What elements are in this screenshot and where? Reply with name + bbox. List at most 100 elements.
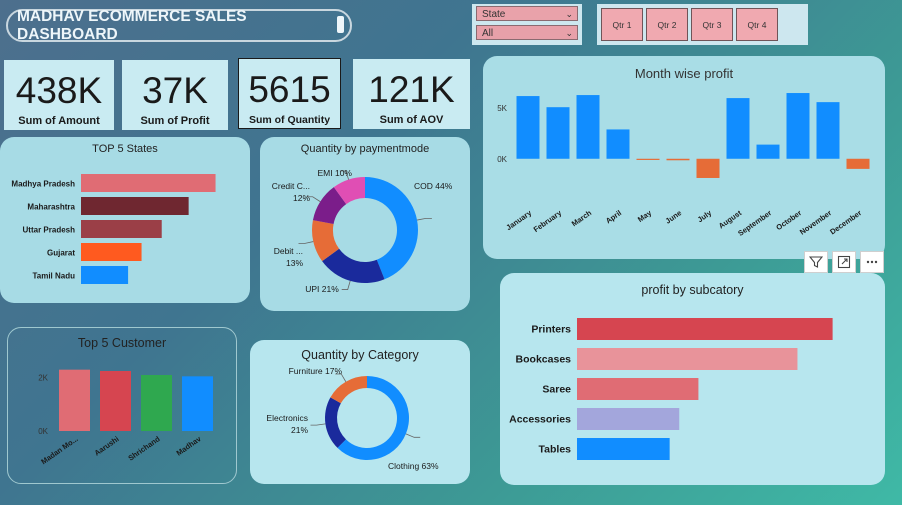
- quarter-button[interactable]: Qtr 1: [601, 8, 643, 41]
- bar: [577, 348, 798, 370]
- kpi-card-amount[interactable]: 438K Sum of Amount: [4, 60, 114, 130]
- bar: [577, 378, 699, 400]
- leader-line: [341, 280, 351, 290]
- y-tick-label: 0K: [497, 155, 507, 164]
- state-dropdown[interactable]: All ⌄: [476, 25, 578, 40]
- x-tick-label: September: [736, 208, 773, 238]
- category-label: Uttar Pradesh: [23, 226, 76, 235]
- bar: [577, 438, 670, 460]
- bar: [100, 371, 131, 431]
- state-dropdown-value: All: [482, 28, 494, 39]
- category-label: Maharashtra: [27, 203, 75, 212]
- pie-slice: [330, 376, 367, 404]
- x-tick-label: April: [604, 208, 623, 225]
- quarter-button[interactable]: Qtr 4: [736, 8, 778, 41]
- top5-customer-card[interactable]: Top 5 Customer 0K 2K Madan Mo... Aarushi Shr…: [7, 327, 237, 484]
- kpi-card-profit[interactable]: 37K Sum of Profit: [122, 60, 228, 130]
- subcategory-card[interactable]: profit by subcatory Printers Bookcases Sar…: [500, 273, 885, 485]
- y-tick-label: 5K: [497, 104, 507, 113]
- kpi-label: Sum of AOV: [379, 114, 444, 126]
- x-tick-label: Madan Mo...: [39, 434, 79, 466]
- state-slicer-header[interactable]: State ⌄: [476, 6, 578, 21]
- x-tick-label: March: [570, 208, 594, 228]
- quarter-button[interactable]: Qtr 2: [646, 8, 688, 41]
- bar: [546, 107, 570, 159]
- bar: [516, 96, 540, 159]
- category-card[interactable]: Quantity by Category Clothing 63% Electro…: [250, 340, 470, 484]
- pie-slice: [325, 397, 346, 448]
- x-tick-label: December: [828, 208, 863, 236]
- x-tick-label: May: [636, 208, 654, 224]
- kpi-value: 121K: [368, 69, 455, 110]
- x-tick-label: February: [532, 208, 564, 234]
- top5-states-card[interactable]: TOP 5 States Madhya Pradesh Maharashtra Ut…: [0, 137, 250, 303]
- category-label: Printers: [531, 324, 571, 336]
- month-profit-chart: 0K 5K JanuaryFebruary March April May June July…: [497, 93, 870, 238]
- state-slicer: State ⌄ All ⌄: [472, 4, 582, 45]
- focus-mode-icon[interactable]: [832, 251, 856, 273]
- slice-label: Credit C...: [272, 181, 310, 191]
- bar: [81, 174, 216, 192]
- state-slicer-label: State: [482, 9, 506, 20]
- title-scroll-handle[interactable]: [337, 16, 344, 33]
- bar: [816, 102, 840, 159]
- bar: [756, 144, 780, 159]
- y-tick-label: 2K: [38, 374, 48, 383]
- kpi-value: 5615: [248, 69, 331, 110]
- slice-label: Furniture 17%: [289, 366, 343, 376]
- bar: [577, 318, 833, 340]
- kpi-label: Sum of Profit: [140, 115, 210, 127]
- x-tick-label: Shrichand: [126, 434, 162, 463]
- kpi-card-aov[interactable]: 121K Sum of AOV: [353, 59, 470, 129]
- x-tick-label: Madhav: [175, 434, 204, 458]
- slice-label: COD 44%: [414, 181, 453, 191]
- quarter-slicer: Qtr 1 Qtr 2 Qtr 3 Qtr 4: [597, 4, 808, 45]
- kpi-value: 438K: [15, 70, 103, 111]
- bar: [81, 220, 162, 238]
- bar: [606, 129, 630, 159]
- month-profit-card[interactable]: Month wise profit 0K 5K January February Mar…: [483, 56, 885, 259]
- category-label: Gujarat: [47, 249, 75, 258]
- subcategory-chart: Printers Bookcases Saree Accessories Tables: [509, 318, 833, 460]
- top5-states-chart: Madhya Pradesh Maharashtra Uttar Pradesh Gu…: [11, 174, 216, 284]
- leader-line: [298, 241, 314, 244]
- leader-line: [416, 217, 432, 221]
- category-label: Tables: [539, 444, 572, 456]
- bar: [81, 197, 189, 215]
- bar: [141, 375, 172, 431]
- x-tick-label: Aarushi: [93, 434, 121, 457]
- bar: [81, 243, 142, 261]
- dashboard-title-box: MADHAV ECOMMERCE SALES DASHBOARD: [6, 8, 352, 43]
- payment-mode-card[interactable]: Quantity by paymentmode COD 44% UPI 21% De…: [260, 137, 470, 311]
- bar: [636, 158, 660, 160]
- more-options-icon[interactable]: [860, 251, 884, 273]
- chevron-down-icon: ⌄: [565, 28, 573, 38]
- slice-label: Debit ...: [274, 246, 303, 256]
- category-label: Accessories: [509, 414, 571, 426]
- bar: [846, 158, 870, 169]
- x-tick-label: July: [696, 208, 714, 224]
- bar: [81, 266, 129, 284]
- x-tick-label: June: [664, 208, 684, 225]
- leader-line: [405, 433, 421, 438]
- category-label: Madhya Pradesh: [11, 180, 75, 189]
- bar: [59, 369, 90, 431]
- bar: [182, 376, 213, 431]
- slice-percent: 12%: [293, 193, 310, 203]
- bar: [726, 98, 750, 159]
- visual-toolbar: [804, 251, 884, 273]
- kpi-value: 37K: [142, 70, 208, 111]
- category-label: Bookcases: [516, 354, 572, 366]
- kpi-card-quantity[interactable]: 5615 Sum of Quantity: [238, 58, 341, 129]
- slice-label: UPI 21%: [305, 284, 339, 294]
- quarter-button[interactable]: Qtr 3: [691, 8, 733, 41]
- payment-mode-chart: COD 44% UPI 21% Debit ... 13% Credit C... 12%…: [272, 168, 453, 294]
- bar: [666, 158, 690, 161]
- kpi-label: Sum of Quantity: [248, 114, 331, 126]
- bar: [786, 93, 810, 159]
- y-tick-label: 0K: [38, 427, 48, 436]
- x-tick-label: January: [504, 208, 533, 232]
- slice-label: Electronics: [266, 413, 308, 423]
- bar: [576, 95, 600, 159]
- filter-icon[interactable]: [804, 251, 828, 273]
